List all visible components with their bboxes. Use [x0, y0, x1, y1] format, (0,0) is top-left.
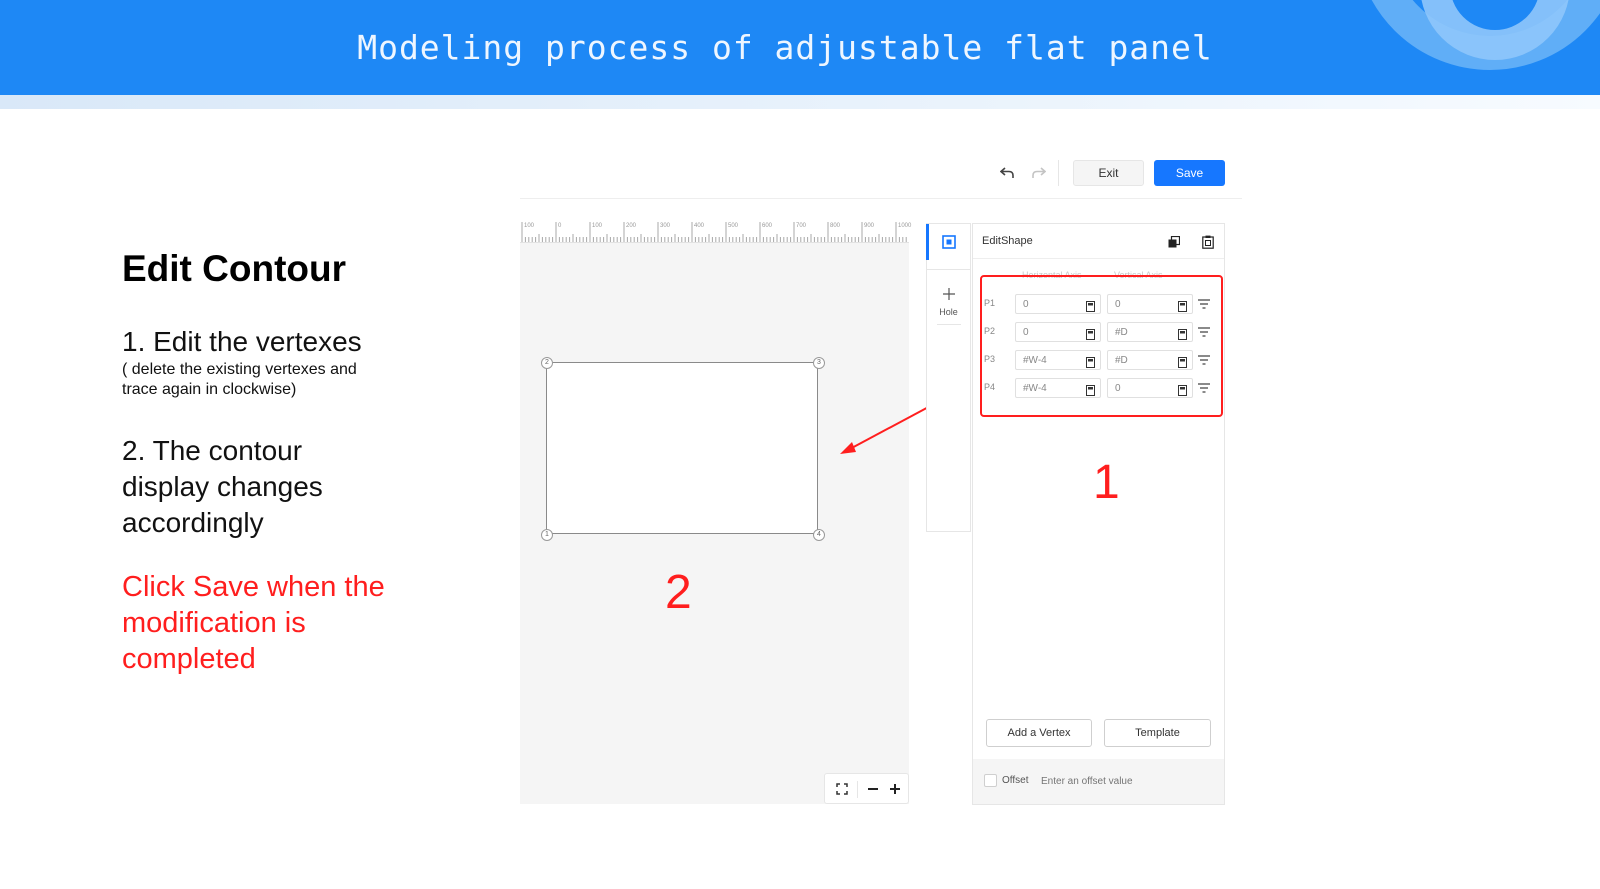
ruler-tick-label: 100 [524, 223, 535, 229]
ruler-tick-label: 0 [558, 223, 562, 229]
hole-tool-label[interactable]: Hole [927, 307, 970, 317]
ruler-tick-label: 900 [864, 223, 875, 229]
zoom-divider [857, 781, 858, 798]
banner-strip [0, 95, 1600, 109]
banner-title: Modeling process of adjustable flat pane… [357, 28, 1213, 67]
save-note-line2: modification is [122, 607, 306, 639]
tool-rail: Hole [926, 223, 971, 532]
vertex-handle-3[interactable]: 3 [813, 357, 825, 369]
instructions-heading: Edit Contour [122, 248, 347, 289]
ruler-tick-label: 400 [694, 223, 705, 229]
offset-checkbox[interactable] [984, 774, 997, 787]
edit-shape-icon[interactable] [940, 233, 958, 251]
plus-icon[interactable] [940, 285, 958, 303]
toolbar-separator [520, 198, 1242, 199]
step-2-line1: 2. The contour [122, 435, 303, 466]
step-1: 1. Edit the vertexes [122, 326, 362, 357]
ruler-tick-label: 100 [592, 223, 603, 229]
undo-icon[interactable] [998, 164, 1016, 182]
paste-icon[interactable] [1200, 234, 1216, 250]
zoom-out-icon[interactable] [865, 781, 881, 797]
copy-icon[interactable] [1166, 234, 1182, 250]
annotation-marker-2: 2 [665, 566, 692, 619]
save-note-line3: completed [122, 643, 256, 675]
step-2-line3: accordingly [122, 507, 264, 538]
exit-button[interactable]: Exit [1073, 160, 1144, 186]
offset-label: Offset [1002, 775, 1029, 786]
panel-title: EditShape [982, 235, 1033, 247]
add-vertex-button[interactable]: Add a Vertex [986, 719, 1092, 747]
vertex-highlight-box [980, 275, 1223, 417]
instructions: Edit Contour 1. Edit the vertexes ( dele… [122, 248, 452, 677]
vertex-handle-1[interactable]: 1 [541, 529, 553, 541]
toolbar-divider [1058, 160, 1059, 186]
rail-divider-2 [937, 324, 961, 325]
header-banner: Modeling process of adjustable flat pane… [0, 0, 1600, 95]
panel-header-divider [973, 258, 1224, 259]
ruler-tick-label: 500 [728, 223, 739, 229]
fit-screen-icon[interactable] [834, 781, 850, 797]
template-button[interactable]: Template [1104, 719, 1211, 747]
vertex-handle-2[interactable]: 2 [541, 357, 553, 369]
horizontal-ruler: 100 0 100 200 300 400 500 600 700 800 900 1000 [520, 222, 912, 243]
offset-bar: Offset [973, 759, 1224, 804]
step-1-note-line2: trace again in clockwise) [122, 381, 297, 398]
rail-divider [927, 269, 970, 270]
ruler-tick-label: 800 [830, 223, 841, 229]
ruler-tick-label: 200 [626, 223, 637, 229]
step-2-line2: display changes [122, 471, 323, 502]
step-1-note-line1: ( delete the existing vertexes and [122, 361, 357, 378]
zoom-in-icon[interactable] [887, 781, 903, 797]
save-note-line1: Click Save when the [122, 571, 385, 603]
ruler-ticks [521, 222, 907, 242]
ruler-tick-label: 300 [660, 223, 671, 229]
ruler-tick-label: 1000 [898, 223, 912, 229]
save-button[interactable]: Save [1154, 160, 1225, 186]
panel-contour[interactable] [546, 362, 818, 534]
annotation-marker-1: 1 [1093, 456, 1120, 509]
offset-input[interactable] [1039, 769, 1218, 793]
redo-icon[interactable] [1030, 164, 1048, 182]
vertex-handle-4[interactable]: 4 [813, 529, 825, 541]
ruler-tick-label: 700 [796, 223, 807, 229]
rail-active-indicator [926, 224, 929, 260]
ruler-tick-label: 600 [762, 223, 773, 229]
zoom-controls [824, 773, 909, 804]
